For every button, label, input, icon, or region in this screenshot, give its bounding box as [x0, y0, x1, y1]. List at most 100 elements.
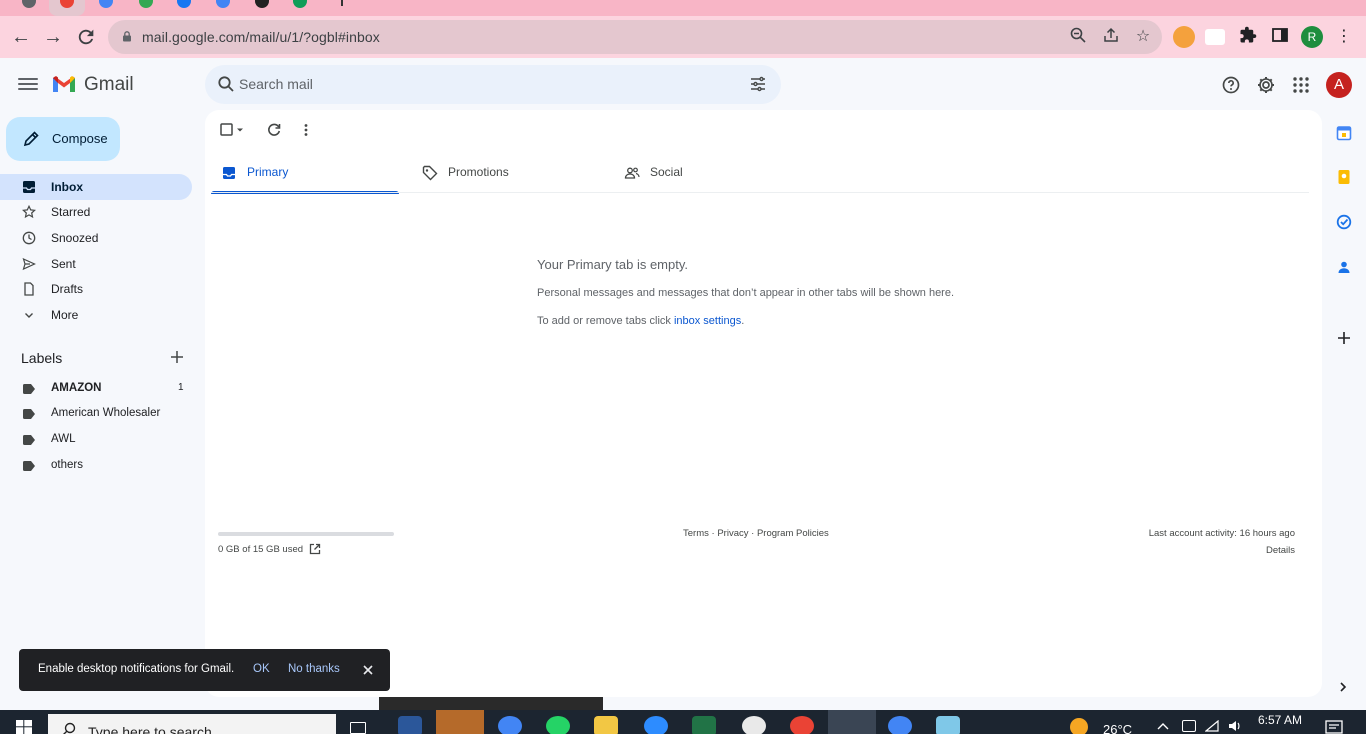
- details-link[interactable]: Details: [1149, 545, 1295, 556]
- whatsapp-app-icon[interactable]: [546, 716, 570, 734]
- labels-heading: Labels: [21, 350, 63, 366]
- label-item-american-wholesaler[interactable]: American Wholesaler: [0, 401, 192, 427]
- network-icon[interactable]: [1205, 720, 1219, 732]
- tabs-divider: [211, 192, 1309, 193]
- sidebar-item-starred[interactable]: Starred: [0, 199, 192, 225]
- toast-message: Enable desktop notifications for Gmail.: [38, 663, 235, 675]
- file-explorer-icon[interactable]: [594, 716, 618, 734]
- tasks-icon[interactable]: [1336, 214, 1352, 230]
- main-menu-icon[interactable]: [18, 75, 38, 95]
- address-bar[interactable]: mail.google.com/mail/u/1/?ogbl#inbox ☆: [108, 20, 1162, 54]
- tab-social[interactable]: Social: [614, 153, 814, 193]
- share-icon[interactable]: [1101, 27, 1121, 47]
- browser-tab-icon[interactable]: [99, 0, 113, 8]
- browser-tab-icon[interactable]: [255, 0, 269, 8]
- gmail-favicon[interactable]: [139, 0, 153, 8]
- extension-icon[interactable]: [1205, 29, 1225, 45]
- label-item-awl[interactable]: AWL: [0, 427, 192, 453]
- account-activity: Last account activity: 16 hours ago Deta…: [1149, 528, 1295, 556]
- facebook-favicon[interactable]: [177, 0, 191, 8]
- add-label-plus-icon[interactable]: [170, 350, 184, 364]
- task-view-icon[interactable]: [350, 722, 366, 734]
- app-icon[interactable]: [936, 716, 960, 734]
- weather-icon[interactable]: [1070, 718, 1088, 734]
- privacy-link[interactable]: Privacy: [717, 528, 748, 539]
- chrome-profile-icon[interactable]: [790, 716, 814, 734]
- word-app-icon[interactable]: [398, 716, 422, 734]
- url-text[interactable]: mail.google.com/mail/u/1/?ogbl#inbox: [142, 29, 380, 45]
- help-icon[interactable]: [1221, 75, 1241, 95]
- tray-device-icon[interactable]: [1182, 720, 1196, 732]
- tab-primary[interactable]: Primary: [211, 153, 399, 194]
- excel-app-icon[interactable]: [692, 716, 716, 734]
- volume-icon[interactable]: [1228, 720, 1242, 732]
- close-icon[interactable]: [361, 663, 375, 677]
- chrome-active-window[interactable]: [828, 710, 876, 734]
- program-policies-link[interactable]: Program Policies: [757, 528, 829, 539]
- side-panel-icon[interactable]: [1269, 26, 1291, 48]
- taskbar-search-box[interactable]: Type here to search: [48, 714, 336, 734]
- extensions-puzzle-icon[interactable]: [1237, 26, 1259, 48]
- search-input[interactable]: [239, 73, 719, 95]
- sidebar-item-sent[interactable]: Sent: [0, 251, 192, 277]
- browser-tab-icon[interactable]: [22, 0, 36, 8]
- search-options-icon[interactable]: [749, 75, 767, 93]
- forward-arrow-icon[interactable]: →: [42, 26, 64, 48]
- select-dropdown-caret-icon[interactable]: [235, 122, 245, 138]
- settings-gear-icon[interactable]: [1256, 75, 1276, 95]
- gmail-logo-icon[interactable]: [51, 74, 77, 94]
- toast-no-thanks-button[interactable]: No thanks: [288, 663, 340, 675]
- send-icon: [22, 257, 36, 271]
- back-arrow-icon[interactable]: ←: [10, 26, 32, 48]
- open-in-new-icon[interactable]: [309, 543, 321, 555]
- sidebar-item-more[interactable]: More: [0, 302, 192, 328]
- bookmark-star-icon[interactable]: ☆: [1133, 27, 1153, 47]
- apps-grid-icon[interactable]: [1291, 75, 1311, 95]
- get-addons-plus-icon[interactable]: [1336, 330, 1352, 346]
- contacts-icon[interactable]: [1336, 259, 1352, 275]
- inbox-icon: [23, 181, 35, 193]
- label-item-others[interactable]: others: [0, 453, 192, 479]
- windows-start-icon[interactable]: [16, 720, 32, 734]
- tray-chevron-up-icon[interactable]: [1156, 720, 1170, 732]
- browser-tab-icon[interactable]: [216, 0, 230, 8]
- chrome-profile-icon[interactable]: [888, 716, 912, 734]
- app-icon[interactable]: [742, 716, 766, 734]
- app-title[interactable]: Gmail: [84, 74, 134, 96]
- terms-link[interactable]: Terms: [683, 528, 709, 539]
- zoom-app-icon[interactable]: [644, 716, 668, 734]
- keep-notes-icon[interactable]: [1336, 169, 1352, 185]
- profile-avatar[interactable]: R: [1301, 26, 1323, 48]
- sheets-favicon[interactable]: [293, 0, 307, 8]
- account-avatar[interactable]: A: [1326, 72, 1352, 98]
- more-options-icon[interactable]: [298, 122, 314, 138]
- pencil-icon: [23, 131, 39, 147]
- browser-menu-icon[interactable]: ⋮: [1333, 26, 1355, 48]
- sidebar-item-inbox[interactable]: Inbox: [0, 174, 192, 200]
- hide-side-panel-chevron-icon[interactable]: [1337, 680, 1349, 694]
- zoom-out-icon[interactable]: [1068, 27, 1088, 47]
- tab-promotions[interactable]: Promotions: [412, 153, 612, 193]
- calendar-icon[interactable]: [1336, 125, 1352, 141]
- reload-icon[interactable]: [75, 26, 97, 48]
- select-checkbox[interactable]: [219, 122, 235, 138]
- inbox-settings-link[interactable]: inbox settings: [674, 315, 741, 327]
- search-bar[interactable]: [205, 65, 781, 104]
- chrome-app-icon[interactable]: [498, 716, 522, 734]
- app-icon-active[interactable]: [436, 710, 484, 734]
- notifications-icon[interactable]: [1325, 720, 1343, 734]
- refresh-icon[interactable]: [266, 122, 282, 138]
- label-item-amazon[interactable]: AMAZON 1: [0, 376, 192, 402]
- toast-ok-button[interactable]: OK: [253, 663, 270, 675]
- empty-state-description: Personal messages and messages that don’…: [537, 287, 955, 299]
- lock-icon[interactable]: [122, 31, 132, 42]
- sidebar-item-snoozed[interactable]: Snoozed: [0, 225, 192, 251]
- compose-button[interactable]: Compose: [6, 117, 120, 161]
- extension-icon[interactable]: [1173, 26, 1195, 48]
- new-tab-icon[interactable]: [341, 0, 343, 6]
- search-icon[interactable]: [217, 75, 235, 93]
- temperature[interactable]: 26°C: [1103, 722, 1132, 734]
- sidebar-item-drafts[interactable]: Drafts: [0, 276, 192, 302]
- sidebar-item-label: More: [51, 308, 79, 322]
- clock-time[interactable]: 6:57 AM: [1258, 713, 1302, 727]
